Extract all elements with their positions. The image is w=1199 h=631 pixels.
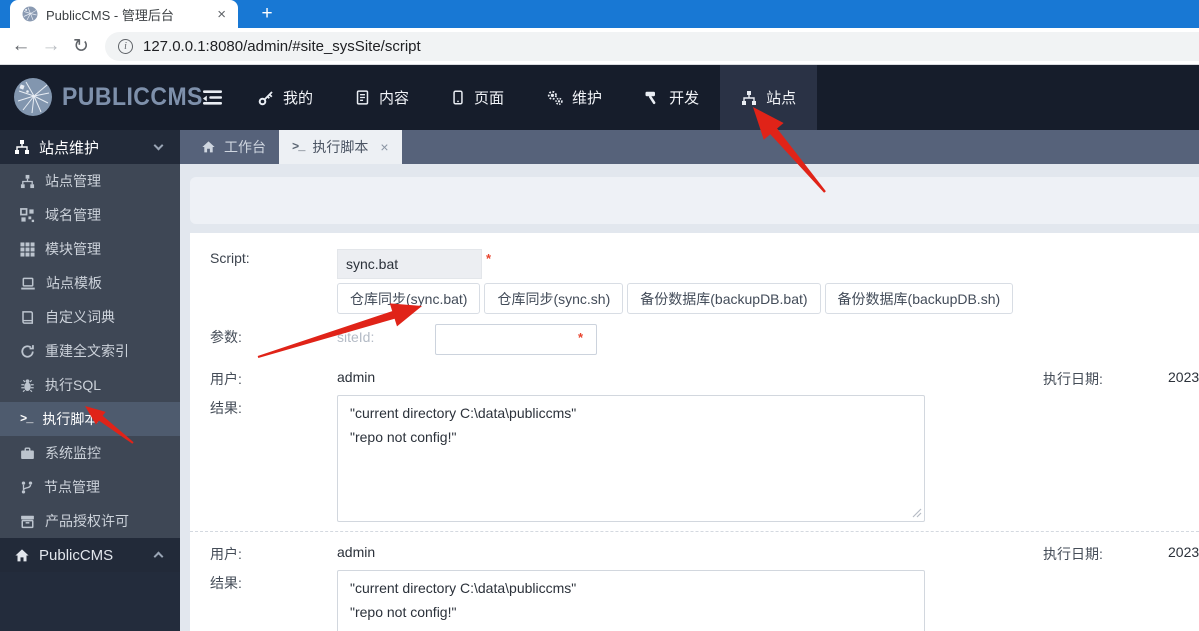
app-logo: PUBLICCMS	[13, 77, 215, 117]
brand-text: PUBLICCMS	[62, 82, 203, 111]
sidebar-item-module-manage[interactable]: 模块管理	[0, 232, 180, 266]
sidebar-item-site-template[interactable]: 站点模板	[0, 266, 180, 300]
app-topnav: PUBLICCMS 我的 内容 页面 维护 开发 站点	[0, 65, 1199, 130]
sidebar-item-license[interactable]: 产品授权许可	[0, 504, 180, 538]
topnav-item-develop[interactable]: 开发	[623, 65, 720, 130]
site-favicon-icon	[22, 6, 38, 22]
sidebar-item-custom-dict[interactable]: 自定义词典	[0, 300, 180, 334]
content-header-panel	[190, 177, 1199, 224]
gears-icon	[547, 90, 563, 105]
preset-backupdb-bat-button[interactable]: 备份数据库(backupDB.bat)	[627, 283, 821, 314]
key-icon	[258, 90, 273, 105]
exec-date-value: 2023	[1168, 369, 1199, 385]
result-label: 结果:	[210, 575, 242, 591]
preset-sync-bat-button[interactable]: 仓库同步(sync.bat)	[337, 283, 481, 314]
topnav-item-my[interactable]: 我的	[237, 65, 334, 130]
terminal-icon: >_	[20, 412, 33, 426]
sidebar-item-rebuild-index[interactable]: 重建全文索引	[0, 334, 180, 368]
param-name-label: siteId:	[337, 329, 375, 345]
url-text: 127.0.0.1:8080/admin/#site_sysSite/scrip…	[143, 38, 421, 55]
topnav-item-site[interactable]: 站点	[720, 65, 818, 130]
required-asterisk: *	[486, 251, 492, 266]
sidebar-toggle-button[interactable]	[188, 65, 237, 130]
home-icon	[15, 548, 29, 561]
user-label: 用户:	[210, 371, 242, 387]
topnav-item-content[interactable]: 内容	[334, 65, 430, 130]
sidebar-item-system-monitor[interactable]: 系统监控	[0, 436, 180, 470]
sidebar-menu: 站点管理 域名管理 模块管理 站点模板 自定义词典 重建全文索引 执行SQL >…	[0, 164, 180, 538]
browser-tab-close-icon[interactable]: ×	[213, 6, 230, 23]
sidebar-item-node-manage[interactable]: 节点管理	[0, 470, 180, 504]
sidebar-item-run-script[interactable]: >_ 执行脚本	[0, 402, 180, 436]
qrcode-icon	[20, 207, 35, 222]
topnav-menu: 我的 内容 页面 维护 开发 站点	[188, 65, 818, 130]
sidebar-footer-publiccms[interactable]: PublicCMS	[0, 538, 180, 572]
briefcase-icon	[21, 446, 34, 459]
script-label: Script:	[210, 250, 250, 266]
script-preset-buttons: 仓库同步(sync.bat) 仓库同步(sync.sh) 备份数据库(backu…	[337, 283, 1014, 314]
sidebar-header[interactable]: 站点维护	[0, 130, 180, 164]
url-bar[interactable]: i 127.0.0.1:8080/admin/#site_sysSite/scr…	[105, 32, 1199, 61]
result-textarea[interactable]: "current directory C:\data\publiccms" "r…	[337, 570, 925, 631]
script-input[interactable]	[337, 249, 482, 279]
back-icon[interactable]: ←	[6, 35, 36, 57]
sidebar-item-site-manage[interactable]: 站点管理	[0, 164, 180, 198]
dev-tools-icon	[645, 91, 656, 104]
refresh-icon	[21, 344, 34, 358]
tab-workbench[interactable]: 工作台	[188, 130, 279, 164]
result-textarea[interactable]: "current directory C:\data\publiccms" "r…	[337, 395, 925, 522]
preset-sync-sh-button[interactable]: 仓库同步(sync.sh)	[484, 283, 624, 314]
book-icon	[22, 310, 34, 324]
user-value: admin	[337, 544, 376, 560]
menu-toggle-icon	[203, 90, 222, 105]
home-icon	[202, 141, 215, 153]
required-asterisk: *	[578, 330, 584, 345]
chevron-up-icon	[153, 551, 164, 562]
chevron-down-icon	[153, 140, 164, 151]
exec-date-label: 执行日期:	[1043, 546, 1103, 562]
mobile-icon	[453, 90, 463, 105]
params-label: 参数:	[210, 329, 242, 345]
code-branch-icon	[21, 480, 33, 494]
browser-tabstrip: PublicCMS - 管理后台 × +	[0, 0, 1199, 28]
forward-icon[interactable]: →	[36, 35, 66, 57]
user-label: 用户:	[210, 546, 242, 562]
exec-date-label: 执行日期:	[1043, 371, 1103, 387]
browser-tab-title: PublicCMS - 管理后台	[46, 7, 174, 23]
sitemap-icon	[15, 140, 29, 154]
param-siteid-input[interactable]	[435, 324, 597, 355]
result-label: 结果:	[210, 400, 242, 416]
tab-run-script[interactable]: >_ 执行脚本 ×	[279, 130, 402, 164]
publiccms-logo-icon	[14, 78, 52, 116]
reload-icon[interactable]: ↻	[66, 35, 96, 58]
archive-icon	[21, 515, 34, 528]
sitemap-icon	[20, 174, 35, 188]
laptop-icon	[21, 277, 35, 289]
sidebar: 站点维护 站点管理 域名管理 模块管理 站点模板 自定义词典 重建全文索引 执行…	[0, 130, 180, 631]
record-separator	[190, 531, 1199, 532]
user-value: admin	[337, 369, 376, 385]
browser-tab[interactable]: PublicCMS - 管理后台 ×	[10, 0, 238, 28]
topnav-item-maintain[interactable]: 维护	[525, 65, 623, 130]
bug-icon	[21, 378, 34, 392]
resize-handle[interactable]	[912, 508, 922, 518]
preset-backupdb-sh-button[interactable]: 备份数据库(backupDB.sh)	[824, 283, 1014, 314]
tab-close-icon[interactable]: ×	[380, 139, 388, 155]
new-tab-button[interactable]: +	[252, 0, 282, 28]
sidebar-item-domain-manage[interactable]: 域名管理	[0, 198, 180, 232]
page-info-icon[interactable]: i	[118, 39, 133, 54]
terminal-icon: >_	[292, 140, 305, 154]
file-icon	[356, 90, 369, 105]
topnav-item-page[interactable]: 页面	[430, 65, 525, 130]
exec-date-value: 2023	[1168, 544, 1199, 560]
grid-icon	[20, 241, 35, 257]
sidebar-item-run-sql[interactable]: 执行SQL	[0, 368, 180, 402]
sitemap-icon	[742, 90, 757, 105]
workspace-tabbar: 工作台 >_ 执行脚本 ×	[180, 130, 1199, 164]
